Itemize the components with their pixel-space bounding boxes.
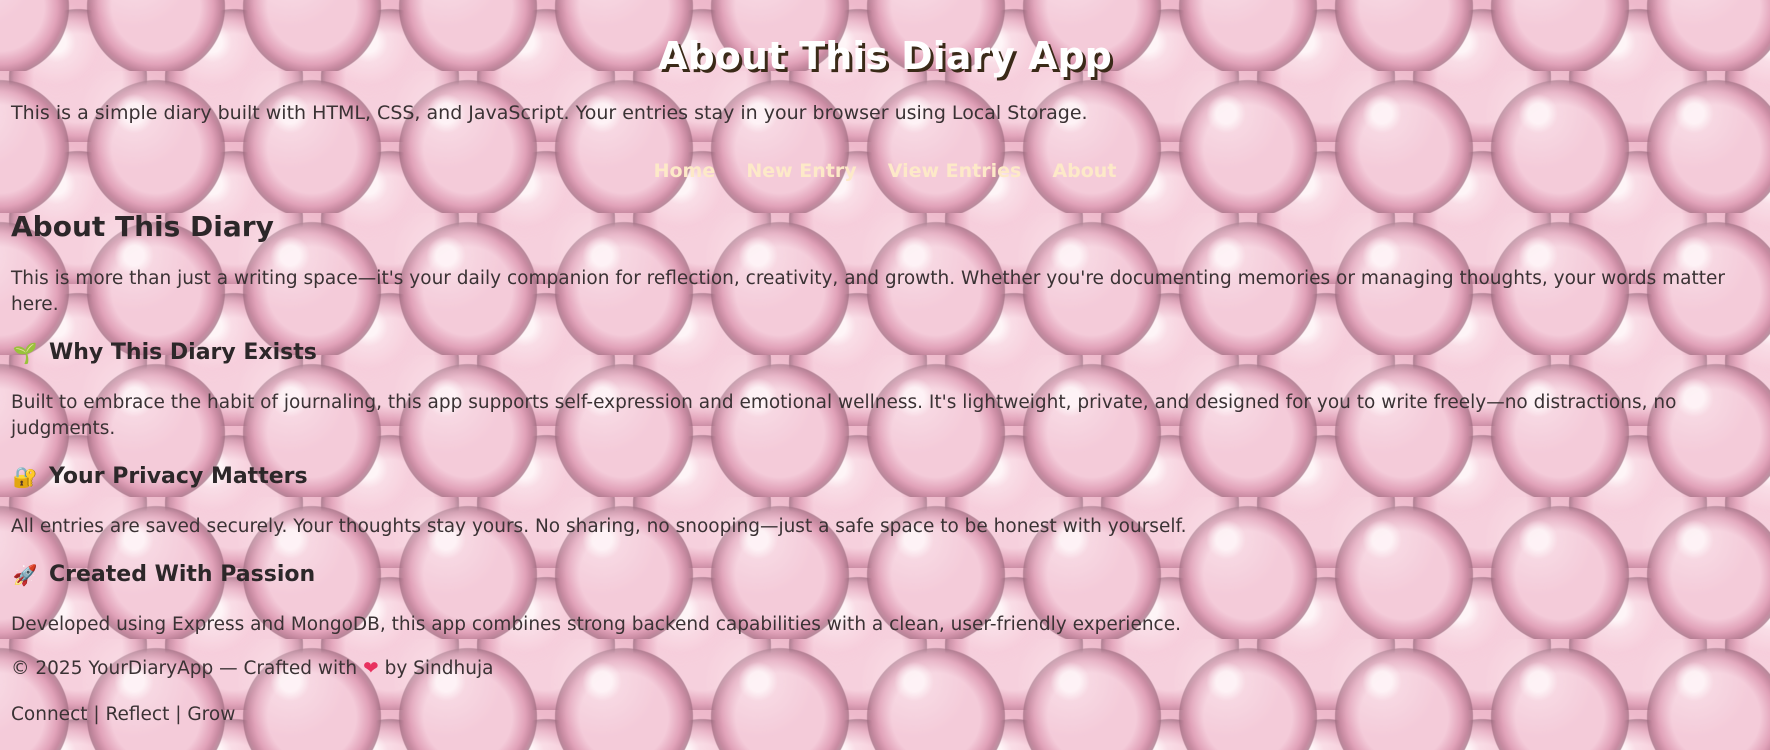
- section-body: Developed using Express and MongoDB, thi…: [11, 614, 1181, 635]
- about-main: About This Diary This is more than just …: [11, 208, 1759, 638]
- nav-about-link[interactable]: About: [1052, 160, 1116, 182]
- section-title: Created With Passion: [49, 562, 316, 587]
- rocket-icon: 🚀: [12, 563, 38, 587]
- section-passion: 🚀 Created With Passion Developed using E…: [11, 560, 1759, 638]
- copyright-prefix: © 2025 YourDiaryApp — Crafted with: [11, 658, 358, 679]
- site-footer: © 2025 YourDiaryApp — Crafted with ❤ by Si…: [11, 656, 1759, 728]
- section-heading: 🌱 Why This Diary Exists: [11, 338, 1759, 368]
- site-header: About This Diary App This is a simple di…: [11, 0, 1759, 186]
- page-heading: About This Diary: [11, 210, 274, 243]
- lead-paragraph: This is more than just a writing space—i…: [11, 268, 1725, 315]
- site-intro: This is a simple diary built with HTML, …: [11, 102, 1088, 124]
- nav-home-link[interactable]: Home: [654, 160, 716, 182]
- section-why: 🌱 Why This Diary Exists Built to embrace…: [11, 338, 1759, 442]
- section-title: Your Privacy Matters: [49, 464, 308, 489]
- copyright-suffix: by Sindhuja: [384, 658, 494, 679]
- section-privacy: 🔐 Your Privacy Matters All entries are s…: [11, 462, 1759, 540]
- site-title: About This Diary App: [658, 34, 1112, 78]
- section-title: Why This Diary Exists: [49, 340, 317, 365]
- section-heading: 🚀 Created With Passion: [11, 560, 1759, 590]
- section-body: All entries are saved securely. Your tho…: [11, 516, 1187, 537]
- main-nav: Home New Entry View Entries About: [11, 160, 1759, 186]
- section-body: Built to embrace the habit of journaling…: [11, 392, 1677, 439]
- page: About This Diary App This is a simple di…: [0, 0, 1770, 728]
- lock-icon: 🔐: [12, 465, 38, 489]
- nav-new-entry-link[interactable]: New Entry: [746, 160, 856, 182]
- seedling-icon: 🌱: [12, 341, 38, 365]
- section-heading: 🔐 Your Privacy Matters: [11, 462, 1759, 492]
- heart-icon: ❤: [363, 658, 379, 679]
- footer-tagline: Connect | Reflect | Grow: [11, 704, 236, 725]
- copyright-line: © 2025 YourDiaryApp — Crafted with ❤ by Si…: [11, 656, 1759, 682]
- nav-view-entries-link[interactable]: View Entries: [888, 160, 1022, 182]
